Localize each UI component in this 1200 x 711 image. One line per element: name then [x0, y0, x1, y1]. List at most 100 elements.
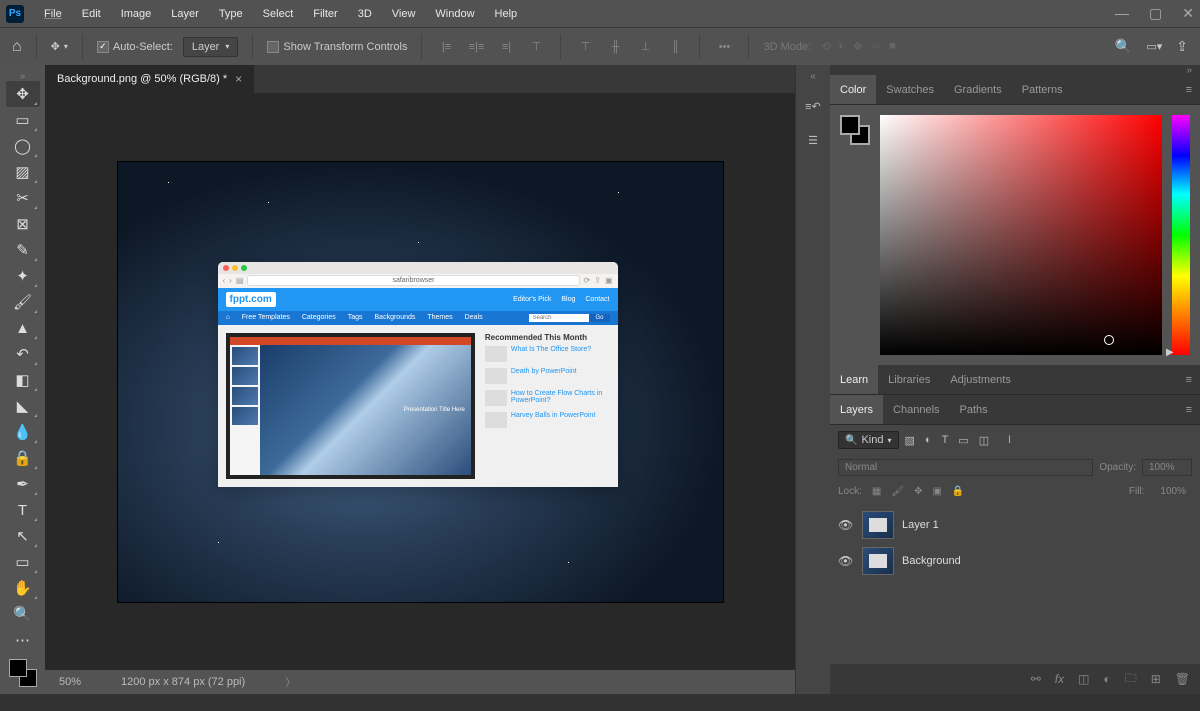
- maximize-button[interactable]: ▢: [1149, 5, 1162, 22]
- menu-edit[interactable]: Edit: [72, 5, 111, 23]
- distribute-top-icon[interactable]: ⊤: [575, 37, 595, 57]
- layer-name[interactable]: Background: [902, 555, 961, 567]
- move-tool-icon[interactable]: ✥ ▾: [51, 40, 68, 53]
- menu-help[interactable]: Help: [485, 5, 528, 23]
- menu-image[interactable]: Image: [111, 5, 162, 23]
- document-dimensions[interactable]: 1200 px x 874 px (72 ppi): [121, 676, 245, 688]
- menu-type[interactable]: Type: [209, 5, 253, 23]
- menu-layer[interactable]: Layer: [161, 5, 209, 23]
- tab-libraries[interactable]: Libraries: [878, 365, 940, 394]
- opacity-input[interactable]: 100%: [1142, 459, 1192, 476]
- tab-learn[interactable]: Learn: [830, 365, 878, 394]
- properties-panel-icon[interactable]: ☰: [798, 130, 828, 150]
- move-tool[interactable]: ✥: [6, 81, 40, 107]
- toolbar-expand-icon[interactable]: »: [20, 71, 26, 81]
- distribute-bottom-icon[interactable]: ⊥: [635, 37, 655, 57]
- filter-adjustment-icon[interactable]: ◐: [925, 434, 932, 447]
- gradient-tool[interactable]: ◣: [6, 393, 40, 419]
- brush-tool[interactable]: 🖌: [6, 289, 40, 315]
- filter-smart-icon[interactable]: ◫: [979, 434, 989, 447]
- lock-artboard-icon[interactable]: ▣: [932, 486, 941, 497]
- lock-all-icon[interactable]: 🔒: [952, 486, 964, 497]
- app-logo[interactable]: Ps: [6, 5, 24, 23]
- menu-window[interactable]: Window: [425, 5, 484, 23]
- lock-position-icon[interactable]: ✥: [914, 486, 922, 497]
- dock-expand-icon[interactable]: «: [810, 71, 816, 82]
- search-icon[interactable]: 🔍: [1115, 38, 1132, 55]
- tab-swatches[interactable]: Swatches: [876, 75, 944, 104]
- fill-input[interactable]: 100%: [1154, 484, 1192, 499]
- color-picker-ring-icon[interactable]: [1104, 335, 1114, 345]
- color-field[interactable]: [880, 115, 1162, 355]
- tab-adjustments[interactable]: Adjustments: [940, 365, 1021, 394]
- align-horizontal-centers-icon[interactable]: ≡|≡: [466, 37, 486, 57]
- distribute-vcenter-icon[interactable]: ╫: [605, 37, 625, 57]
- zoom-tool[interactable]: 🔍: [6, 601, 40, 627]
- panel-collapse-icon[interactable]: »: [830, 65, 1200, 75]
- hand-tool[interactable]: ✋: [6, 575, 40, 601]
- menu-filter[interactable]: Filter: [303, 5, 347, 23]
- auto-select-checkbox[interactable]: Auto-Select:: [97, 41, 173, 53]
- share-icon[interactable]: ⇪: [1176, 38, 1188, 55]
- blend-mode-select[interactable]: Normal: [838, 459, 1093, 476]
- lasso-tool[interactable]: ◯: [6, 133, 40, 159]
- color-panel-menu-icon[interactable]: ≡: [1178, 84, 1200, 96]
- tab-patterns[interactable]: Patterns: [1012, 75, 1073, 104]
- layer-thumbnail[interactable]: [862, 547, 894, 575]
- menu-view[interactable]: View: [382, 5, 426, 23]
- canvas-viewport[interactable]: ‹ › ▤ safaribrowser ⟳ ⇪ ▣ fppt.com Edito…: [45, 93, 795, 670]
- hue-slider[interactable]: ▶: [1172, 115, 1190, 355]
- close-button[interactable]: ✕: [1182, 5, 1194, 22]
- link-layers-icon[interactable]: ⚯: [1031, 672, 1041, 686]
- delete-layer-icon[interactable]: 🗑: [1175, 672, 1190, 686]
- filter-pixel-icon[interactable]: ▧: [905, 434, 915, 447]
- canvas[interactable]: ‹ › ▤ safaribrowser ⟳ ⇪ ▣ fppt.com Edito…: [118, 162, 723, 602]
- color-fg-bg-swatches[interactable]: [840, 115, 870, 145]
- filter-type-icon[interactable]: T: [942, 434, 949, 447]
- pen-tool[interactable]: ✒: [6, 471, 40, 497]
- layer-row[interactable]: 👁 Background: [830, 543, 1200, 579]
- menu-select[interactable]: Select: [253, 5, 304, 23]
- menu-file[interactable]: File: [34, 5, 72, 23]
- new-layer-icon[interactable]: ⊞: [1151, 672, 1161, 686]
- quick-selection-tool[interactable]: ▨: [6, 159, 40, 185]
- minimize-button[interactable]: —: [1115, 5, 1129, 22]
- learn-panel-menu-icon[interactable]: ≡: [1178, 374, 1200, 386]
- distribute-hcenter-icon[interactable]: ║: [665, 37, 685, 57]
- tab-color[interactable]: Color: [830, 75, 876, 104]
- layer-visibility-icon[interactable]: 👁: [838, 554, 854, 568]
- auto-select-target-select[interactable]: Layer▾: [183, 37, 239, 57]
- lock-image-icon[interactable]: 🖌: [891, 486, 904, 497]
- show-transform-checkbox[interactable]: Show Transform Controls: [267, 41, 407, 53]
- eyedropper-tool[interactable]: ✎: [6, 237, 40, 263]
- tab-channels[interactable]: Channels: [883, 395, 949, 424]
- more-options-icon[interactable]: •••: [714, 37, 734, 57]
- eraser-tool[interactable]: ◧: [6, 367, 40, 393]
- layer-mask-icon[interactable]: ◫: [1078, 672, 1089, 686]
- path-selection-tool[interactable]: ↖: [6, 523, 40, 549]
- close-tab-icon[interactable]: ×: [235, 72, 242, 86]
- document-tab[interactable]: Background.png @ 50% (RGB/8) * ×: [45, 65, 254, 93]
- align-right-edges-icon[interactable]: ≡|: [496, 37, 516, 57]
- layer-row[interactable]: 👁 Layer 1: [830, 507, 1200, 543]
- foreground-background-colors[interactable]: [9, 659, 37, 687]
- home-button[interactable]: ⌂: [12, 38, 22, 56]
- layer-visibility-icon[interactable]: 👁: [838, 518, 854, 532]
- lock-transparency-icon[interactable]: ▦: [872, 486, 881, 497]
- spot-healing-tool[interactable]: ✦: [6, 263, 40, 289]
- status-more-icon[interactable]: 〉: [285, 674, 296, 690]
- align-top-edges-icon[interactable]: ⊤: [526, 37, 546, 57]
- type-tool[interactable]: T: [6, 497, 40, 523]
- frame-tool[interactable]: ⊠: [6, 211, 40, 237]
- workspace-switcher-icon[interactable]: ▭▾: [1146, 40, 1162, 53]
- layer-filter-kind-select[interactable]: 🔍 Kind ▾: [838, 431, 899, 449]
- filter-toggle-icon[interactable]: ⏽: [1005, 434, 1014, 447]
- crop-tool[interactable]: ✂: [6, 185, 40, 211]
- layer-name[interactable]: Layer 1: [902, 519, 939, 531]
- tab-layers[interactable]: Layers: [830, 395, 883, 424]
- hue-slider-handle-icon[interactable]: ▶: [1166, 347, 1174, 358]
- adjustment-layer-icon[interactable]: ◐: [1103, 672, 1110, 686]
- tab-paths[interactable]: Paths: [950, 395, 998, 424]
- rectangle-tool[interactable]: ▭: [6, 549, 40, 575]
- rectangular-marquee-tool[interactable]: ▭: [6, 107, 40, 133]
